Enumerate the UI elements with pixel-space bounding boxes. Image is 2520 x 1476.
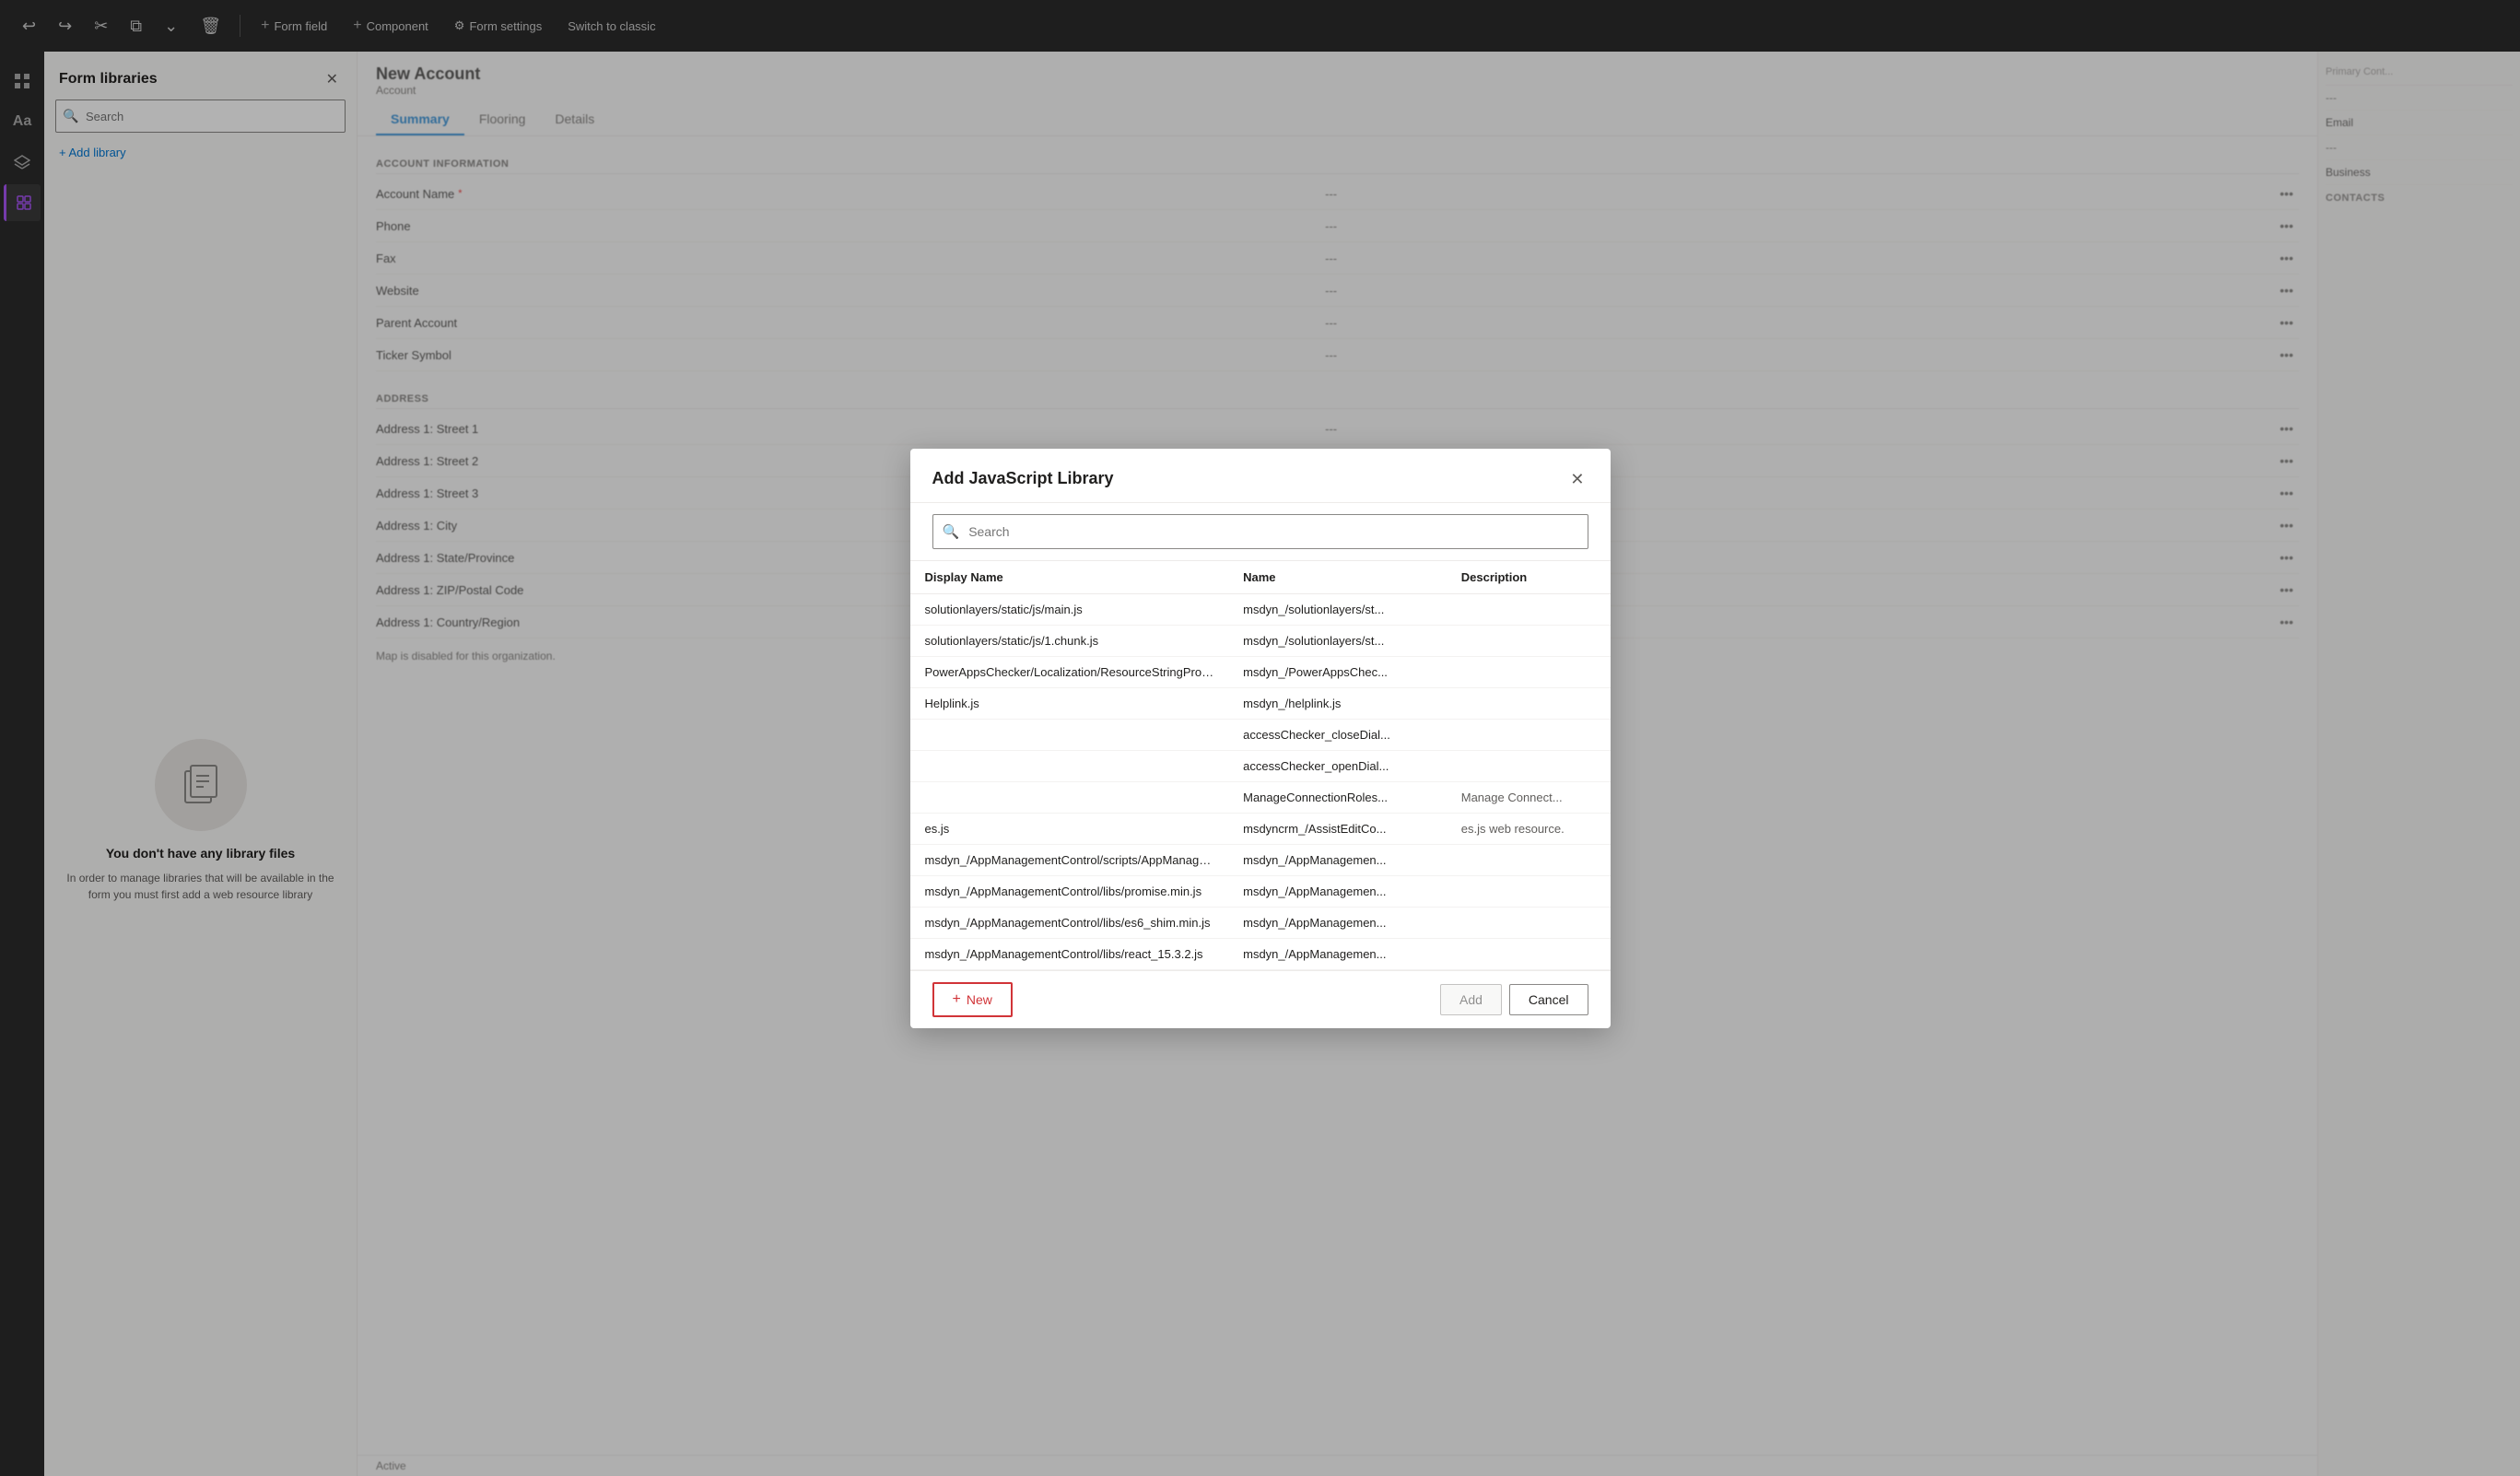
modal-search-bar: 🔍 xyxy=(910,503,1611,561)
footer-right: Add Cancel xyxy=(1440,984,1588,1015)
table-row[interactable]: es.jsmsdyncrm_/AssistEditCo...es.js web … xyxy=(910,813,1611,844)
table-row[interactable]: ManageConnectionRoles...Manage Connect..… xyxy=(910,781,1611,813)
table-row[interactable]: solutionlayers/static/js/main.jsmsdyn_/s… xyxy=(910,593,1611,625)
cell-display-name: PowerAppsChecker/Localization/ResourceSt… xyxy=(910,656,1229,687)
cell-description xyxy=(1447,938,1611,969)
modal-close-button[interactable]: ✕ xyxy=(1566,467,1588,491)
cell-description xyxy=(1447,750,1611,781)
col-description: Description xyxy=(1447,561,1611,594)
modal-search-input-wrap: 🔍 xyxy=(932,514,1588,549)
cell-name: msdyn_/solutionlayers/st... xyxy=(1228,593,1447,625)
cell-description xyxy=(1447,687,1611,719)
cell-description xyxy=(1447,625,1611,656)
cell-display-name: solutionlayers/static/js/main.js xyxy=(910,593,1229,625)
cell-name: msdyncrm_/AssistEditCo... xyxy=(1228,813,1447,844)
cell-display-name xyxy=(910,750,1229,781)
cell-display-name: msdyn_/AppManagementControl/scripts/AppM… xyxy=(910,844,1229,875)
cell-description xyxy=(1447,593,1611,625)
cell-name: accessChecker_closeDial... xyxy=(1228,719,1447,750)
cell-description: Manage Connect... xyxy=(1447,781,1611,813)
table-row[interactable]: msdyn_/AppManagementControl/libs/es6_shi… xyxy=(910,907,1611,938)
cell-display-name: Helplink.js xyxy=(910,687,1229,719)
cell-name: msdyn_/PowerAppsChec... xyxy=(1228,656,1447,687)
table-header-row: Display Name Name Description xyxy=(910,561,1611,594)
cell-description xyxy=(1447,844,1611,875)
add-button[interactable]: Add xyxy=(1440,984,1502,1015)
table-row[interactable]: solutionlayers/static/js/1.chunk.jsmsdyn… xyxy=(910,625,1611,656)
new-button[interactable]: + New xyxy=(932,982,1013,1017)
modal-table: Display Name Name Description solutionla… xyxy=(910,561,1611,970)
cell-description xyxy=(1447,656,1611,687)
table-row[interactable]: PowerAppsChecker/Localization/ResourceSt… xyxy=(910,656,1611,687)
table-row[interactable]: msdyn_/AppManagementControl/scripts/AppM… xyxy=(910,844,1611,875)
new-plus-icon: + xyxy=(953,991,961,1008)
cell-description xyxy=(1447,875,1611,907)
cell-display-name: es.js xyxy=(910,813,1229,844)
modal-overlay: Add JavaScript Library ✕ 🔍 Display Name … xyxy=(0,0,2520,1476)
cell-display-name: msdyn_/AppManagementControl/libs/es6_shi… xyxy=(910,907,1229,938)
modal-header: Add JavaScript Library ✕ xyxy=(910,449,1611,503)
cell-display-name: solutionlayers/static/js/1.chunk.js xyxy=(910,625,1229,656)
cell-name: msdyn_/AppManagemen... xyxy=(1228,875,1447,907)
cell-name: msdyn_/helplink.js xyxy=(1228,687,1447,719)
table-row[interactable]: Helplink.jsmsdyn_/helplink.js xyxy=(910,687,1611,719)
cell-name: msdyn_/AppManagemen... xyxy=(1228,844,1447,875)
cell-display-name: msdyn_/AppManagementControl/libs/promise… xyxy=(910,875,1229,907)
col-display-name: Display Name xyxy=(910,561,1229,594)
modal-title: Add JavaScript Library xyxy=(932,469,1114,488)
table-row[interactable]: msdyn_/AppManagementControl/libs/promise… xyxy=(910,875,1611,907)
cell-name: accessChecker_openDial... xyxy=(1228,750,1447,781)
modal-footer: + New Add Cancel xyxy=(910,970,1611,1028)
cancel-button[interactable]: Cancel xyxy=(1509,984,1588,1015)
table-row[interactable]: accessChecker_closeDial... xyxy=(910,719,1611,750)
cell-description xyxy=(1447,907,1611,938)
col-name: Name xyxy=(1228,561,1447,594)
cell-name: msdyn_/AppManagemen... xyxy=(1228,938,1447,969)
add-js-library-modal: Add JavaScript Library ✕ 🔍 Display Name … xyxy=(910,449,1611,1028)
cell-name: msdyn_/AppManagemen... xyxy=(1228,907,1447,938)
cell-name: msdyn_/solutionlayers/st... xyxy=(1228,625,1447,656)
cell-name: ManageConnectionRoles... xyxy=(1228,781,1447,813)
modal-table-container[interactable]: Display Name Name Description solutionla… xyxy=(910,561,1611,970)
cell-description xyxy=(1447,719,1611,750)
modal-search-input[interactable] xyxy=(968,515,1587,548)
modal-search-icon: 🔍 xyxy=(933,523,969,540)
table-row[interactable]: msdyn_/AppManagementControl/libs/react_1… xyxy=(910,938,1611,969)
table-row[interactable]: accessChecker_openDial... xyxy=(910,750,1611,781)
cell-display-name xyxy=(910,719,1229,750)
cell-display-name: msdyn_/AppManagementControl/libs/react_1… xyxy=(910,938,1229,969)
cell-description: es.js web resource. xyxy=(1447,813,1611,844)
cell-display-name xyxy=(910,781,1229,813)
